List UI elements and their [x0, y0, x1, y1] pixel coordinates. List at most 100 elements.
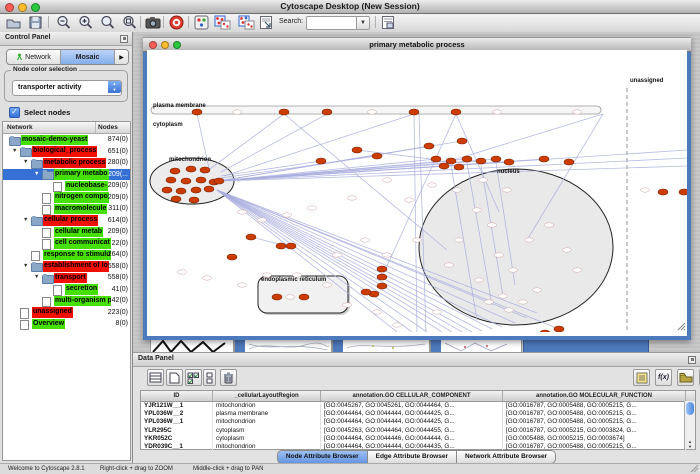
tree-expand-arrow-icon[interactable]: ▼	[23, 157, 28, 169]
tab-edge-attribute-browser[interactable]: Edge Attribute Browser	[368, 450, 457, 464]
network-node[interactable]	[200, 167, 210, 173]
window-resize-grip[interactable]	[677, 322, 686, 331]
tree-row[interactable]: ▼primary metabo209(...	[3, 169, 130, 181]
tree-row[interactable]: macromolecule311(0)	[3, 203, 130, 215]
network-node-small[interactable]	[343, 303, 352, 307]
network-edge[interactable]	[221, 114, 327, 172]
network-node[interactable]	[204, 186, 214, 192]
tree-row[interactable]: secretion41(0)	[3, 284, 130, 296]
network-node-small[interactable]	[178, 270, 187, 274]
network-node-small[interactable]	[348, 196, 357, 200]
network-node-small[interactable]	[573, 268, 582, 272]
zoom-fit-button[interactable]	[121, 15, 138, 30]
tree-expand-arrow-icon[interactable]: ▼	[34, 272, 39, 284]
network-node[interactable]	[462, 156, 472, 162]
network-node[interactable]	[431, 156, 441, 162]
tree-row[interactable]: ▼metabolic process280(0)	[3, 157, 130, 169]
network-node[interactable]	[181, 178, 191, 184]
tree-expand-arrow-icon[interactable]: ▼	[12, 146, 17, 158]
tab-node-attribute-browser[interactable]: Node Attribute Browser	[277, 450, 368, 464]
attribute-batch-button[interactable]	[380, 15, 397, 30]
network-edge[interactable]	[453, 114, 603, 160]
table-row[interactable]: YKR052Ccytoplasm[GO:0044464, GO:0044446,…	[141, 435, 695, 443]
network-node[interactable]	[540, 330, 550, 332]
network-merge-a-button[interactable]	[214, 15, 231, 30]
save-session-button[interactable]	[27, 15, 44, 30]
network-node-small[interactable]	[233, 110, 242, 114]
network-node-small[interactable]	[413, 238, 422, 242]
select-attributes-button[interactable]	[185, 369, 202, 386]
network-node-small[interactable]	[333, 253, 342, 257]
network-node-small[interactable]	[373, 310, 382, 314]
network-node[interactable]	[372, 153, 382, 159]
tree-column-nodes[interactable]: Nodes	[96, 122, 130, 133]
network-node-small[interactable]	[203, 276, 212, 280]
network-node[interactable]	[439, 163, 449, 169]
network-node[interactable]	[361, 289, 371, 295]
network-node[interactable]	[454, 164, 464, 170]
network-node[interactable]	[227, 254, 237, 260]
network-node-small[interactable]	[505, 308, 514, 312]
formula-builder-button[interactable]: f(x)	[655, 369, 672, 386]
unselect-attributes-button[interactable]	[203, 369, 216, 386]
network-node[interactable]	[679, 189, 687, 195]
network-node[interactable]	[189, 197, 199, 203]
tree-row[interactable]: unassigned223(0)	[3, 307, 130, 319]
network-node[interactable]	[539, 156, 549, 162]
network-node-small[interactable]	[238, 210, 247, 214]
network-node-small[interactable]	[488, 223, 497, 227]
network-node-small[interactable]	[493, 110, 502, 114]
network-canvas[interactable]: plasma membrane cytoplasm mitochondrion …	[147, 50, 687, 332]
tab-network[interactable]: Network	[7, 50, 61, 64]
network-node-small[interactable]	[503, 188, 512, 192]
node-color-dropdown[interactable]: transporter activity ▲▼	[12, 80, 122, 96]
tree-row[interactable]: mosaic-demo-yeast874(0)	[3, 134, 130, 146]
tree-row[interactable]: cell communicat22(0)	[3, 238, 130, 250]
network-node-small[interactable]	[428, 183, 437, 187]
network-node-small[interactable]	[533, 288, 542, 292]
tree-column-network[interactable]: Network	[3, 122, 96, 133]
tree-row[interactable]: multi-organism pro42(0)	[3, 295, 130, 307]
network-node-small[interactable]	[545, 223, 554, 227]
network-node[interactable]	[424, 143, 434, 149]
float-panel-icon[interactable]	[120, 35, 128, 43]
network-node-small[interactable]	[455, 238, 464, 242]
network-node[interactable]	[176, 188, 186, 194]
network-node-small[interactable]	[499, 294, 508, 298]
column-header-cellular-component[interactable]: annotation.GO CELLULAR_COMPONENT	[321, 391, 503, 401]
network-node-small[interactable]	[509, 268, 518, 272]
network-node-small[interactable]	[495, 253, 504, 257]
search-text-field[interactable]	[308, 17, 352, 27]
tree-row[interactable]: Overview8(0)	[3, 318, 130, 330]
network-node-small[interactable]	[368, 110, 377, 114]
network-node[interactable]	[476, 158, 486, 164]
network-node-small[interactable]	[475, 278, 484, 282]
tree-expand-arrow-icon[interactable]: ▼	[23, 261, 28, 273]
open-network-button[interactable]	[5, 15, 22, 30]
network-node[interactable]	[352, 147, 362, 153]
tab-network-attribute-browser[interactable]: Network Attribute Browser	[457, 450, 556, 464]
snapshot-camera-button[interactable]	[144, 15, 161, 30]
network-node[interactable]	[377, 274, 387, 280]
tree-row[interactable]: cellular metab209(0)	[3, 226, 130, 238]
column-header-region[interactable]: _cellularLayoutRegion	[213, 391, 321, 401]
import-attributes-button[interactable]	[677, 369, 694, 386]
network-node-small[interactable]	[519, 300, 528, 304]
scrollbar-arrows[interactable]: ▲▼	[685, 439, 695, 449]
network-node[interactable]	[451, 109, 461, 115]
vizmapper-button[interactable]	[193, 15, 210, 30]
help-button[interactable]	[168, 15, 185, 30]
network-merge-b-button[interactable]	[238, 15, 255, 30]
column-header-molecular-function[interactable]: annotation.GO MOLECULAR_FUNCTION	[503, 391, 686, 401]
network-node[interactable]	[186, 166, 196, 172]
scrollbar-thumb[interactable]	[686, 402, 694, 415]
table-vertical-scrollbar[interactable]: ▲▼	[684, 401, 695, 449]
network-node[interactable]	[246, 234, 256, 240]
zoom-selected-button[interactable]	[99, 15, 116, 30]
network-node-small[interactable]	[283, 213, 292, 217]
network-node-small[interactable]	[453, 188, 462, 192]
search-input[interactable]: ▼	[306, 16, 370, 30]
column-header-id[interactable]: ID	[141, 391, 213, 401]
network-node[interactable]	[377, 266, 387, 272]
network-node-small[interactable]	[573, 110, 582, 114]
